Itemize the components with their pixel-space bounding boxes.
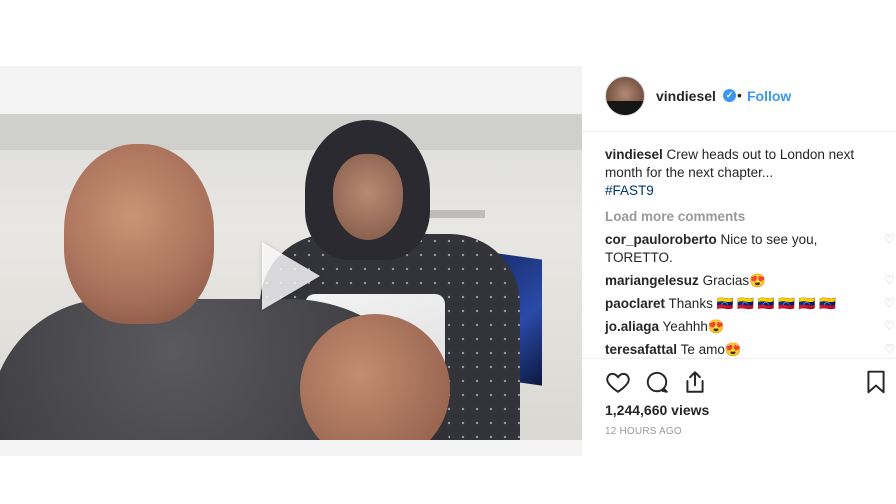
separator-dot: • [737, 87, 742, 103]
post-header: vindiesel ✓ • Follow [582, 66, 896, 132]
heart-icon[interactable] [605, 369, 631, 395]
video-player[interactable] [0, 114, 582, 440]
comment-username[interactable]: cor_pauloroberto [605, 232, 717, 247]
comment-item: paoclaret Thanks 🇻🇪 🇻🇪 🇻🇪 🇻🇪 🇻🇪 🇻🇪 ♡ [605, 295, 895, 313]
comment-text: Gracias😍 [702, 273, 766, 288]
comment-item: mariangelesuz Gracias😍 ♡ [605, 272, 895, 290]
header-username[interactable]: vindiesel [656, 87, 716, 105]
video-scene-woman-face [333, 154, 403, 240]
comment-like-heart-icon[interactable]: ♡ [884, 233, 896, 245]
comment-username[interactable]: jo.aliaga [605, 319, 659, 334]
share-icon[interactable] [682, 369, 708, 395]
comment-text: Te amo😍 [680, 342, 742, 357]
comment-username[interactable]: mariangelesuz [605, 273, 699, 288]
post-media [0, 66, 582, 456]
follow-button[interactable]: Follow [747, 87, 791, 105]
comment-text: Thanks 🇻🇪 🇻🇪 🇻🇪 🇻🇪 🇻🇪 🇻🇪 [668, 296, 837, 311]
video-scene-man-head [64, 144, 214, 324]
load-more-comments-link[interactable]: Load more comments [605, 208, 890, 226]
comment-icon[interactable] [644, 369, 670, 395]
verified-badge-icon: ✓ [723, 89, 736, 102]
comment-text: Yeahhh😍 [662, 319, 725, 334]
post-actions: 1,244,660 views 12 HOURS AGO [582, 358, 896, 437]
avatar[interactable] [605, 76, 645, 116]
comments-list: vindiesel Crew heads out to London next … [605, 146, 895, 359]
comment-item: jo.aliaga Yeahhh😍 ♡ [605, 318, 895, 336]
post-sidebar: vindiesel ✓ • Follow vindiesel Crew head… [582, 66, 896, 456]
post-timestamp: 12 HOURS AGO [605, 426, 682, 437]
post-caption: vindiesel Crew heads out to London next … [605, 146, 890, 200]
caption-username[interactable]: vindiesel [605, 147, 663, 162]
comment-like-heart-icon[interactable]: ♡ [884, 297, 896, 309]
bookmark-icon[interactable] [863, 369, 889, 395]
comment-item: teresafattal Te amo😍 ♡ [605, 341, 895, 359]
comment-item: cor_pauloroberto Nice to see you, TORETT… [605, 231, 895, 267]
comment-like-heart-icon[interactable]: ♡ [884, 274, 896, 286]
caption-hashtag[interactable]: #FAST9 [605, 183, 654, 198]
comment-like-heart-icon[interactable]: ♡ [884, 343, 896, 355]
comment-username[interactable]: teresafattal [605, 342, 677, 357]
comment-like-heart-icon[interactable]: ♡ [884, 320, 896, 332]
video-scene-ceiling [0, 114, 582, 150]
view-count: 1,244,660 views [605, 402, 710, 418]
instagram-post: vindiesel ✓ • Follow vindiesel Crew head… [0, 66, 896, 456]
comment-username[interactable]: paoclaret [605, 296, 665, 311]
play-icon[interactable] [262, 242, 320, 310]
